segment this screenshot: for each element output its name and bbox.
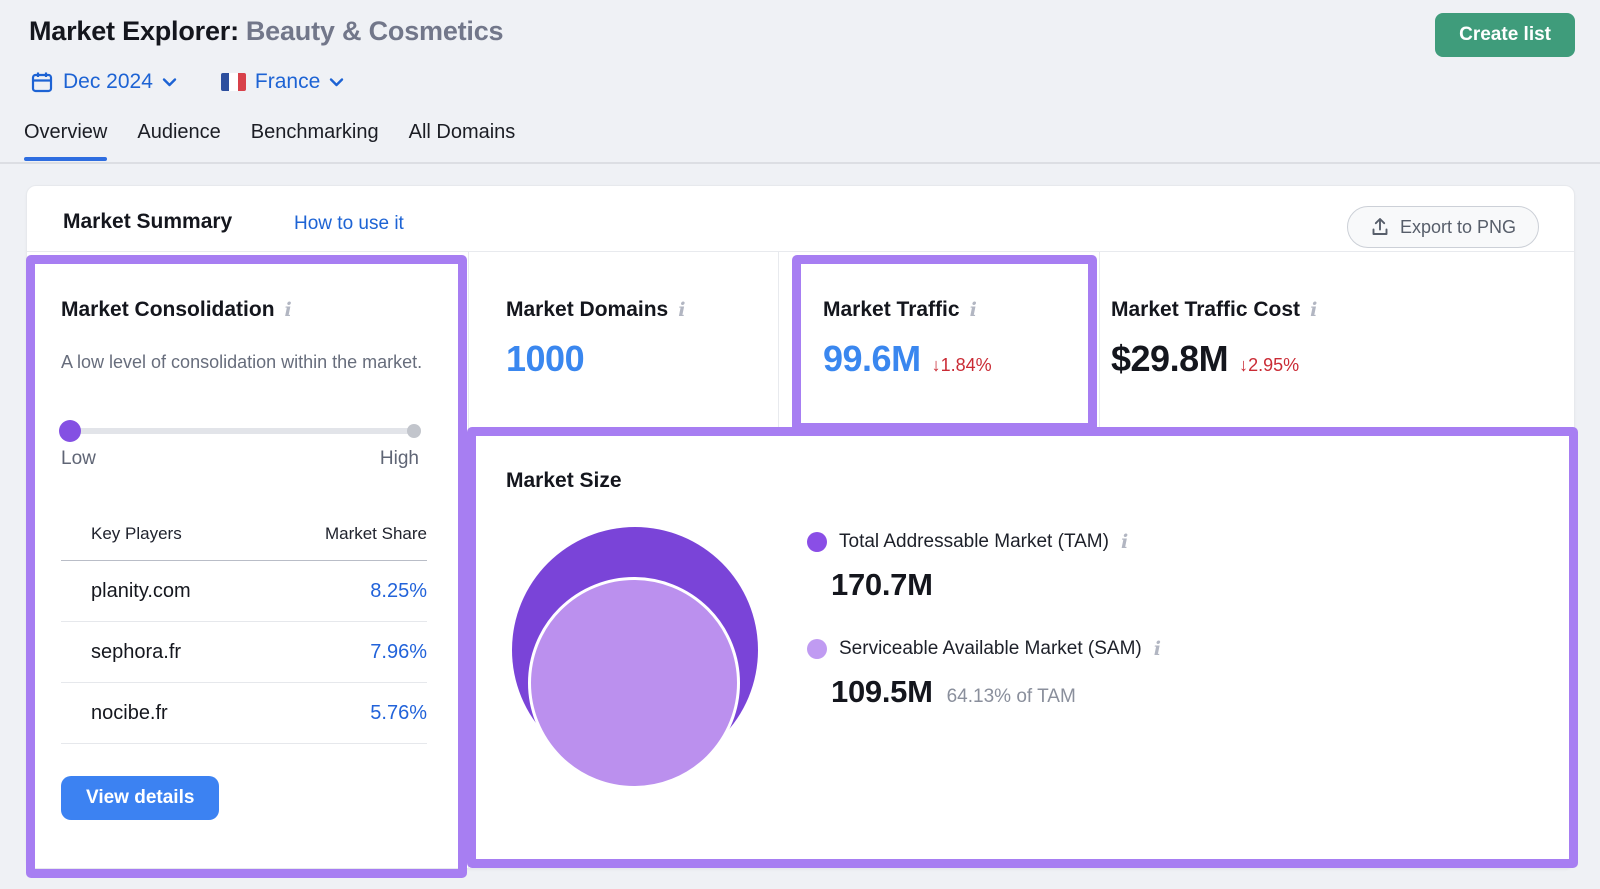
- date-label: Dec 2024: [63, 70, 153, 94]
- market-traffic-title: Market Traffic: [823, 298, 960, 322]
- sam-dot-icon: [807, 639, 827, 659]
- grid-divider: [27, 251, 1574, 252]
- market-domains-title: Market Domains: [506, 298, 668, 322]
- col-key-players: Key Players: [91, 524, 182, 544]
- country-label: France: [255, 70, 320, 94]
- market-summary-card: Market Summary How to use it Export to P…: [26, 185, 1575, 869]
- grid-divider: [1099, 251, 1100, 428]
- tabs-divider: [0, 162, 1600, 164]
- info-icon[interactable]: i: [678, 301, 685, 320]
- player-share: 7.96%: [370, 641, 427, 664]
- player-share: 8.25%: [370, 580, 427, 603]
- sam-legend-row: Serviceable Available Market (SAM) i: [807, 638, 1161, 660]
- table-row: nocibe.fr 5.76%: [61, 683, 427, 744]
- tab-overview[interactable]: Overview: [24, 121, 107, 158]
- info-icon[interactable]: i: [285, 301, 292, 320]
- date-selector[interactable]: Dec 2024: [30, 70, 177, 94]
- key-players-header: Key Players Market Share: [61, 524, 427, 560]
- tab-all-domains[interactable]: All Domains: [409, 121, 516, 158]
- player-domain: sephora.fr: [91, 641, 181, 664]
- market-consolidation-title: Market Consolidation: [61, 298, 275, 322]
- tam-value: 170.7M: [831, 567, 933, 603]
- consolidation-description: A low level of consolidation within the …: [61, 349, 427, 376]
- grid-divider: [468, 428, 1574, 429]
- tam-legend-row: Total Addressable Market (TAM) i: [807, 531, 1128, 553]
- market-traffic-cost-value: $29.8M ↓2.95%: [1111, 338, 1299, 380]
- market-traffic-cost-number: $29.8M: [1111, 338, 1228, 380]
- table-row: sephora.fr 7.96%: [61, 622, 427, 683]
- market-traffic-delta: ↓1.84%: [932, 355, 992, 376]
- sam-pct-note: 64.13% of TAM: [947, 686, 1076, 708]
- page-title-market: Beauty & Cosmetics: [246, 16, 504, 46]
- sam-number: 109.5M: [831, 674, 933, 710]
- filter-bar: Dec 2024 France: [30, 70, 344, 94]
- tab-audience[interactable]: Audience: [137, 121, 220, 158]
- country-selector[interactable]: France: [221, 70, 344, 94]
- market-traffic-cost-delta: ↓2.95%: [1239, 355, 1299, 376]
- slider-labels: Low High: [61, 448, 419, 470]
- chevron-down-icon: [162, 77, 177, 87]
- market-traffic-section: Market Traffic i: [823, 298, 977, 322]
- key-players-table: Key Players Market Share planity.com 8.2…: [61, 524, 427, 744]
- tam-number: 170.7M: [831, 567, 933, 603]
- info-icon[interactable]: i: [970, 301, 977, 320]
- page-title: Market Explorer:Beauty & Cosmetics: [29, 16, 503, 47]
- player-domain: planity.com: [91, 580, 191, 603]
- slider-low-label: Low: [61, 448, 96, 470]
- market-explorer-page: Market Explorer:Beauty & Cosmetics Creat…: [0, 0, 1600, 889]
- chevron-down-icon: [329, 77, 344, 87]
- tam-dot-icon: [807, 532, 827, 552]
- slider-end-dot: [407, 424, 421, 438]
- market-domains-number: 1000: [506, 338, 584, 380]
- sam-circle: [528, 577, 740, 789]
- page-title-prefix: Market Explorer:: [29, 16, 239, 46]
- how-to-use-link[interactable]: How to use it: [294, 213, 404, 235]
- export-upload-icon: [1370, 217, 1390, 237]
- slider-high-label: High: [380, 448, 419, 470]
- slider-thumb[interactable]: [59, 420, 81, 442]
- market-consolidation-section: Market Consolidation i: [61, 298, 292, 322]
- col-market-share: Market Share: [325, 524, 427, 544]
- market-traffic-value: 99.6M ↓1.84%: [823, 338, 992, 380]
- tam-label: Total Addressable Market (TAM): [839, 531, 1109, 553]
- calendar-icon: [30, 70, 54, 94]
- market-traffic-number: 99.6M: [823, 338, 921, 380]
- player-share: 5.76%: [370, 702, 427, 725]
- grid-divider: [778, 251, 779, 428]
- market-traffic-cost-title: Market Traffic Cost: [1111, 298, 1300, 322]
- slider-track: [61, 428, 419, 434]
- market-size-title: Market Size: [506, 469, 622, 493]
- market-domains-section: Market Domains i: [506, 298, 685, 322]
- market-traffic-cost-section: Market Traffic Cost i: [1111, 298, 1317, 322]
- france-flag-icon: [221, 73, 246, 91]
- tab-bar: Overview Audience Benchmarking All Domai…: [24, 121, 515, 158]
- export-png-button[interactable]: Export to PNG: [1347, 206, 1539, 248]
- player-domain: nocibe.fr: [91, 702, 168, 725]
- view-details-button[interactable]: View details: [61, 776, 219, 820]
- sam-value: 109.5M 64.13% of TAM: [831, 674, 1076, 710]
- consolidation-slider[interactable]: [61, 420, 419, 442]
- market-domains-value: 1000: [506, 338, 584, 380]
- tab-benchmarking[interactable]: Benchmarking: [251, 121, 379, 158]
- sam-label: Serviceable Available Market (SAM): [839, 638, 1142, 660]
- export-png-label: Export to PNG: [1400, 217, 1516, 238]
- info-icon[interactable]: i: [1121, 533, 1128, 552]
- grid-divider: [468, 251, 469, 868]
- market-summary-title: Market Summary: [63, 210, 232, 234]
- create-list-button[interactable]: Create list: [1435, 13, 1575, 57]
- table-row: planity.com 8.25%: [61, 561, 427, 622]
- info-icon[interactable]: i: [1154, 640, 1161, 659]
- info-icon[interactable]: i: [1310, 301, 1317, 320]
